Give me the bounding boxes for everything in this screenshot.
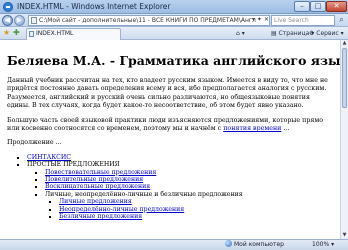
- page-viewport: Беляева М.А. - Грамматика английского яз…: [0, 40, 340, 239]
- tools-menu[interactable]: ⚙ Сервис ▾: [309, 29, 344, 38]
- toc-sublist: Повествовательные предложения Повелитель…: [27, 169, 334, 221]
- time-paragraph-tail: ...: [283, 125, 290, 133]
- address-field[interactable]: C:\Мой сайт - дополнительные\11 - ВСЕ КН…: [28, 15, 270, 26]
- page-icon: [31, 17, 37, 24]
- address-text: C:\Мой сайт - дополнительные\11 - ВСЕ КН…: [39, 17, 256, 24]
- toc-item: Личные, неопределённо-личные и безличные…: [45, 191, 334, 221]
- minimize-button[interactable]: –: [294, 1, 310, 12]
- toc-link-impersonal[interactable]: Безличные предложения: [59, 213, 142, 220]
- toc-link-imperative[interactable]: Повелительные предложения: [45, 176, 143, 183]
- favorites-star-icon[interactable]: ★: [3, 28, 10, 38]
- security-zone: Мой компьютер: [225, 240, 284, 250]
- add-favorites-icon[interactable]: ✚: [13, 28, 20, 38]
- time-paragraph: Большую часть своей языковой практики лю…: [7, 117, 334, 134]
- toc-item: Повелительные предложения: [45, 176, 334, 183]
- status-bar: Мой компьютер 100% ▾: [0, 239, 348, 250]
- tab-index-html[interactable]: INDEX.HTML: [26, 28, 121, 40]
- toc-item: Восклицательные предложения: [45, 183, 334, 190]
- toc-link-syntax[interactable]: СИНТАКСИС: [27, 154, 71, 161]
- continuation-label: Продолжение ...: [7, 139, 62, 147]
- toc-item: СИНТАКСИС: [27, 154, 334, 161]
- scroll-down-arrow-icon[interactable]: ▼: [341, 232, 348, 239]
- intro-paragraph: Данный учебник рассчитан на тех, кто вла…: [7, 77, 328, 110]
- toc-item: Личные предложения: [59, 198, 334, 205]
- page-menu[interactable]: ▤ Страница ▾: [271, 29, 314, 38]
- ie-logo-icon: [3, 2, 13, 12]
- toc-item: Безличные предложения: [59, 213, 334, 220]
- page-heading: Беляева М.А. - Грамматика английского яз…: [7, 53, 340, 68]
- back-button[interactable]: ◀: [2, 15, 13, 26]
- vertical-scrollbar[interactable]: ▲ ▼: [340, 40, 348, 239]
- search-input[interactable]: Live Search: [271, 15, 335, 26]
- address-toolbar: ◀ ▶ C:\Мой сайт - дополнительные\11 - ВС…: [0, 14, 348, 27]
- address-refresh-stop-icons[interactable]: ▾ ✦ ✕: [252, 15, 269, 24]
- scroll-thumb[interactable]: [342, 48, 347, 108]
- security-zone-label: Мой компьютер: [234, 241, 284, 248]
- toc-item: ПРОСТЫЕ ПРЕДЛОЖЕНИЯ Повествовательные пр…: [27, 161, 334, 220]
- toc-link-narrative[interactable]: Повествовательные предложения: [45, 169, 156, 176]
- toc-link-exclamatory[interactable]: Восклицательные предложения: [45, 183, 150, 190]
- tab-label: INDEX.HTML: [36, 30, 74, 37]
- title-bar: INDEX.HTML - Windows Internet Explorer –…: [0, 0, 348, 14]
- document-content: Беляева М.А. - Грамматика английского яз…: [0, 40, 340, 221]
- toc-list: СИНТАКСИС ПРОСТЫЕ ПРЕДЛОЖЕНИЯ Повествова…: [7, 154, 334, 221]
- close-button[interactable]: ✕: [326, 1, 347, 12]
- scroll-up-arrow-icon[interactable]: ▲: [341, 40, 348, 47]
- search-icon[interactable]: ⌕: [336, 15, 347, 26]
- window-title: INDEX.HTML - Windows Internet Explorer: [17, 2, 171, 11]
- toc-simple-sentences: ПРОСТЫЕ ПРЕДЛОЖЕНИЯ: [27, 161, 120, 169]
- maximize-button[interactable]: □: [310, 1, 326, 12]
- tab-command-bar: ★ ✚ INDEX.HTML ⌂ ▾ ▤ Страница ▾ ⚙ Сервис…: [0, 27, 348, 40]
- zoom-level: 100%: [312, 241, 330, 248]
- toc-link-personal[interactable]: Личные предложения: [59, 198, 132, 205]
- toc-personal-group: Личные, неопределённо-личные и безличные…: [45, 190, 243, 198]
- tab-page-icon: [29, 31, 34, 37]
- toc-subsublist: Личные предложения Неопределённо-личные …: [45, 198, 334, 220]
- toc-item: Повествовательные предложения: [45, 169, 334, 176]
- zoom-control[interactable]: 100% ▾: [312, 240, 334, 250]
- home-button[interactable]: ⌂ ▾: [236, 29, 245, 38]
- time-concept-link[interactable]: понятия времени: [223, 125, 281, 132]
- computer-zone-icon: [225, 240, 232, 247]
- forward-button[interactable]: ▶: [14, 15, 25, 26]
- toc-item: Неопределённо-личные предложения: [59, 206, 334, 213]
- toc-link-indefinite-personal[interactable]: Неопределённо-личные предложения: [59, 206, 184, 213]
